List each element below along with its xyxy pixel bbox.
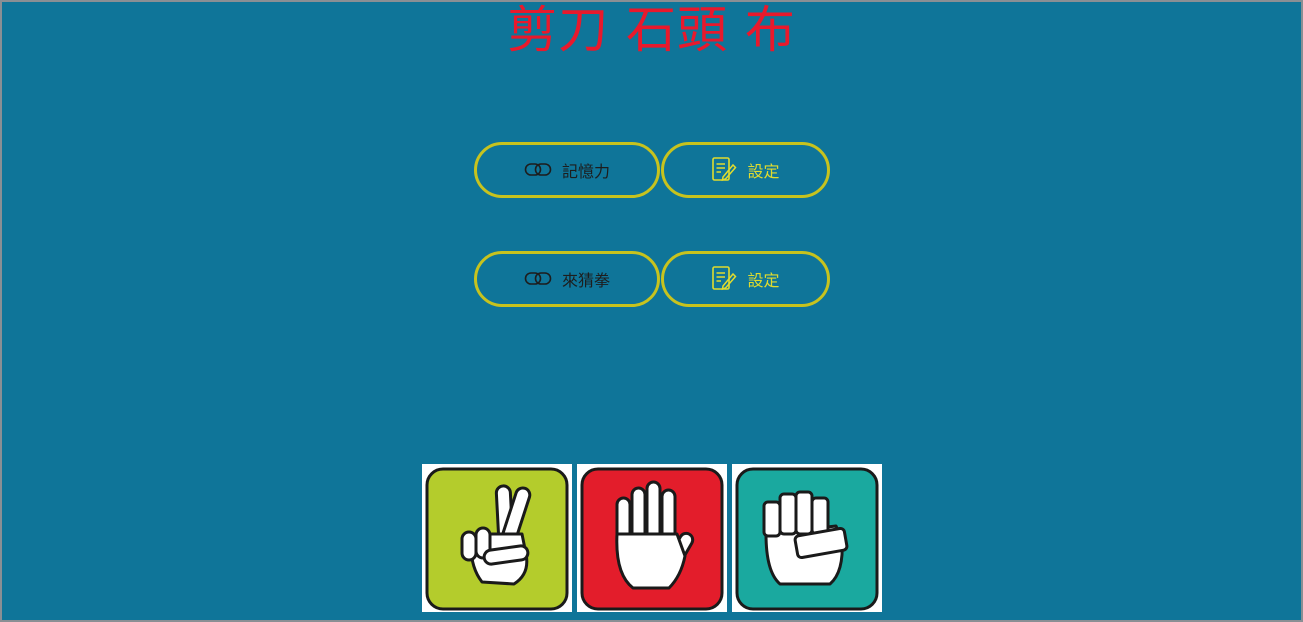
settings-label-2: 設定: [747, 271, 780, 290]
edit-note-icon: [711, 156, 738, 184]
memory-game-label: 記憶力: [561, 162, 610, 181]
settings-button-2[interactable]: 設定: [661, 251, 830, 307]
rock-fist-icon: [735, 467, 879, 611]
scissors-hand-icon: [425, 467, 569, 611]
scissors-hand-button[interactable]: [422, 464, 572, 612]
paper-hand-button[interactable]: [577, 464, 727, 612]
paper-hand-icon: [580, 467, 724, 611]
page-title: 剪刀 石頭 布: [507, 1, 796, 59]
memory-game-button[interactable]: 記憶力: [474, 142, 660, 198]
rock-hand-button[interactable]: [732, 464, 882, 612]
edit-note-icon: [711, 265, 738, 293]
settings-button-1[interactable]: 設定: [661, 142, 830, 198]
rock-paper-scissors-label: 來猜拳: [561, 271, 610, 290]
settings-label-1: 設定: [747, 162, 780, 181]
link-icon: [524, 270, 552, 288]
rock-paper-scissors-button[interactable]: 來猜拳: [474, 251, 660, 307]
app-window: 剪刀 石頭 布 記憶力 設定 來猜拳 設定: [0, 0, 1303, 622]
link-icon: [524, 161, 552, 179]
